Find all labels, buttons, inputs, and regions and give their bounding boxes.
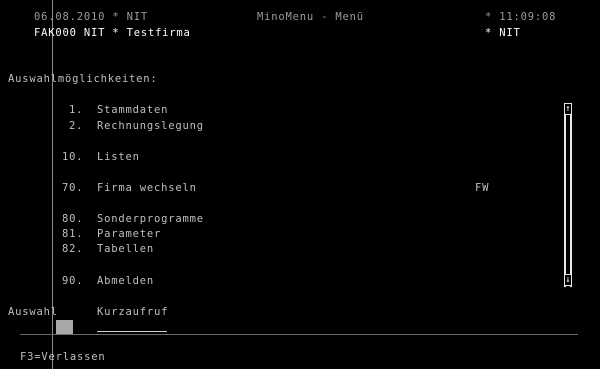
arrow-down-icon[interactable]: ↓	[564, 274, 572, 286]
menu-item-number: 1.	[69, 104, 84, 116]
menu-item-number: 2.	[69, 120, 84, 132]
header-title: MinoMenu - Menü	[257, 11, 364, 23]
header-time: * 11:09:08	[485, 11, 557, 23]
function-keys: F3=Verlassen	[20, 351, 106, 363]
menu-item-number: 80.	[62, 213, 84, 225]
selection-label: Auswahl	[8, 306, 58, 318]
arrow-up-icon[interactable]: ↑	[564, 103, 572, 115]
menu-item-label: Stammdaten	[97, 104, 169, 116]
menu-item-label: Firma wechseln	[97, 182, 197, 194]
selection-input[interactable]	[56, 320, 73, 334]
menu-item-label: Listen	[97, 151, 140, 163]
menu-item-label: Parameter	[97, 228, 162, 240]
menu-item-number: 10.	[62, 151, 84, 163]
footer-divider	[20, 334, 578, 335]
scrollbar-thumb[interactable]	[566, 115, 570, 261]
menu-item-number: 81.	[62, 228, 84, 240]
menu-item-label: Rechnungslegung	[97, 120, 204, 132]
header-date-line: 06.08.2010 * NIT	[34, 11, 148, 23]
menu-item-number: 70.	[62, 182, 84, 194]
header-user: * NIT	[485, 27, 521, 39]
menu-item-label: Abmelden	[97, 275, 154, 287]
terminal-screen: 06.08.2010 * NIT MinoMenu - Menü * 11:09…	[0, 0, 600, 369]
shortcut-input[interactable]	[97, 331, 167, 332]
header-company-line: FAK000 NIT * Testfirma	[34, 27, 191, 39]
shortcut-label: Kurzaufruf	[97, 306, 169, 318]
section-title: Auswahlmöglichkeiten:	[8, 73, 158, 85]
menu-item-label: Tabellen	[97, 243, 154, 255]
menu-item-number: 90.	[62, 275, 84, 287]
menu-item-number: 82.	[62, 243, 84, 255]
menu-item-label: Sonderprogramme	[97, 213, 204, 225]
menu-item-shortcut: FW	[475, 182, 490, 194]
